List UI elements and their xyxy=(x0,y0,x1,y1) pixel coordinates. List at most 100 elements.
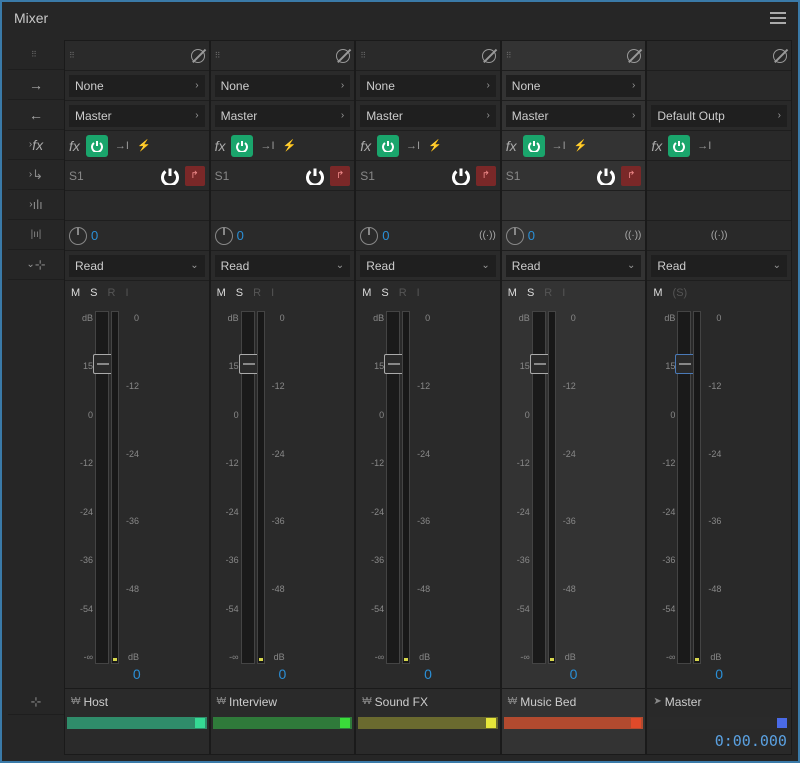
stereo-width-icon[interactable]: ((·)) xyxy=(625,230,642,241)
input-routing-dropdown[interactable]: None› xyxy=(215,75,351,97)
fx-power-button[interactable] xyxy=(668,135,690,157)
eq-slot[interactable] xyxy=(211,191,355,221)
channel-name[interactable]: Master xyxy=(665,695,702,709)
drag-handle-icon[interactable]: ⠿ xyxy=(506,51,516,61)
fx-power-button[interactable] xyxy=(377,135,399,157)
automation-row-toggle[interactable]: ⌄⊹ xyxy=(8,250,64,280)
output-routing-dropdown[interactable]: Master› xyxy=(215,105,351,127)
fader-track[interactable] xyxy=(677,311,691,664)
fx-presend-icon[interactable]: →I xyxy=(551,138,567,154)
eq-slot[interactable] xyxy=(356,191,500,221)
phase-invert-icon[interactable] xyxy=(482,49,496,63)
mute-button[interactable]: M xyxy=(217,287,226,299)
volume-value[interactable]: 0 xyxy=(65,666,209,688)
track-color-bar[interactable] xyxy=(502,714,646,732)
solo-button[interactable]: (S) xyxy=(673,287,688,299)
fader-handle[interactable] xyxy=(384,354,404,374)
phase-invert-icon[interactable] xyxy=(773,49,787,63)
pan-value[interactable]: 0 xyxy=(528,228,535,243)
phase-invert-icon[interactable] xyxy=(336,49,350,63)
automation-mode-dropdown[interactable]: Read⌄ xyxy=(69,255,205,277)
sends-row-toggle[interactable]: ›↳ xyxy=(8,160,64,190)
fx-presend-icon[interactable]: →I xyxy=(259,138,275,154)
channel-name[interactable]: Music Bed xyxy=(520,695,576,709)
automation-mode-dropdown[interactable]: Read⌄ xyxy=(506,255,642,277)
panel-menu-icon[interactable] xyxy=(770,12,786,24)
send-pre-post-button[interactable]: ↱ xyxy=(476,166,496,186)
send-power-button[interactable] xyxy=(597,167,615,185)
pan-value[interactable]: 0 xyxy=(382,228,389,243)
fx-lightning-icon[interactable]: ⚡ xyxy=(136,138,152,154)
fx-row-toggle[interactable]: ›fx xyxy=(8,130,64,160)
volume-value[interactable]: 0 xyxy=(647,666,791,688)
solo-button[interactable]: S xyxy=(236,287,243,299)
drag-handle-icon[interactable]: ⠿ xyxy=(69,51,79,61)
fader-track[interactable] xyxy=(95,311,109,664)
volume-value[interactable]: 0 xyxy=(502,666,646,688)
pan-knob[interactable] xyxy=(360,227,378,245)
channel-name[interactable]: Sound FX xyxy=(375,695,428,709)
fx-lightning-icon[interactable]: ⚡ xyxy=(281,138,297,154)
fader-handle[interactable] xyxy=(675,354,695,374)
monitor-input-button[interactable]: I xyxy=(562,287,565,299)
fx-power-button[interactable] xyxy=(86,135,108,157)
channel-name[interactable]: Interview xyxy=(229,695,277,709)
output-routing-dropdown[interactable]: Master› xyxy=(360,105,496,127)
mute-button[interactable]: M xyxy=(508,287,517,299)
fader-handle[interactable] xyxy=(530,354,550,374)
pan-value[interactable]: 0 xyxy=(91,228,98,243)
output-routing-dropdown[interactable]: Master› xyxy=(506,105,642,127)
phase-invert-icon[interactable] xyxy=(191,49,205,63)
eq-slot[interactable] xyxy=(65,191,209,221)
automation-mode-dropdown[interactable]: Read⌄ xyxy=(651,255,787,277)
send-power-button[interactable] xyxy=(306,167,324,185)
pan-knob[interactable] xyxy=(215,227,233,245)
input-routing-dropdown[interactable]: None› xyxy=(69,75,205,97)
send-pre-post-button[interactable]: ↱ xyxy=(330,166,350,186)
mute-button[interactable]: M xyxy=(71,287,80,299)
fx-power-button[interactable] xyxy=(231,135,253,157)
solo-button[interactable]: S xyxy=(527,287,534,299)
volume-value[interactable]: 0 xyxy=(211,666,355,688)
phase-invert-icon[interactable] xyxy=(627,49,641,63)
pan-value[interactable]: 0 xyxy=(237,228,244,243)
input-routing-dropdown[interactable]: None› xyxy=(506,75,642,97)
drag-handle-icon[interactable]: ⠿ xyxy=(360,51,370,61)
send-pre-post-button[interactable]: ↱ xyxy=(621,166,641,186)
output-routing-dropdown[interactable]: Master› xyxy=(69,105,205,127)
eq-slot[interactable] xyxy=(502,191,646,221)
fx-power-button[interactable] xyxy=(523,135,545,157)
pan-knob[interactable] xyxy=(506,227,524,245)
fx-lightning-icon[interactable]: ⚡ xyxy=(573,138,589,154)
track-color-bar[interactable] xyxy=(356,714,500,732)
fader-track[interactable] xyxy=(241,311,255,664)
track-row-icon[interactable]: ⊹ xyxy=(8,689,64,715)
automation-mode-dropdown[interactable]: Read⌄ xyxy=(215,255,351,277)
eq-row-toggle[interactable]: ›ılı xyxy=(8,190,64,220)
arm-record-button[interactable]: R xyxy=(544,287,552,299)
stereo-width-icon[interactable]: ((·)) xyxy=(479,230,496,241)
pan-knob[interactable] xyxy=(69,227,87,245)
mute-button[interactable]: M xyxy=(653,287,662,299)
send-power-button[interactable] xyxy=(161,167,179,185)
fader-track[interactable] xyxy=(532,311,546,664)
fader-handle[interactable] xyxy=(93,354,113,374)
track-color-bar[interactable] xyxy=(647,714,791,732)
input-routing-dropdown[interactable]: None› xyxy=(360,75,496,97)
mute-button[interactable]: M xyxy=(362,287,371,299)
send-power-button[interactable] xyxy=(452,167,470,185)
monitor-input-button[interactable]: I xyxy=(125,287,128,299)
fx-presend-icon[interactable]: →I xyxy=(114,138,130,154)
monitor-input-button[interactable]: I xyxy=(417,287,420,299)
fx-presend-icon[interactable]: →I xyxy=(696,138,712,154)
arm-record-button[interactable]: R xyxy=(108,287,116,299)
automation-mode-dropdown[interactable]: Read⌄ xyxy=(360,255,496,277)
fx-presend-icon[interactable]: →I xyxy=(405,138,421,154)
fx-lightning-icon[interactable]: ⚡ xyxy=(427,138,443,154)
track-color-bar[interactable] xyxy=(211,714,355,732)
solo-button[interactable]: S xyxy=(381,287,388,299)
channel-name[interactable]: Host xyxy=(83,695,108,709)
volume-value[interactable]: 0 xyxy=(356,666,500,688)
fader-handle[interactable] xyxy=(239,354,259,374)
drag-handle-icon[interactable]: ⠿ xyxy=(215,51,225,61)
